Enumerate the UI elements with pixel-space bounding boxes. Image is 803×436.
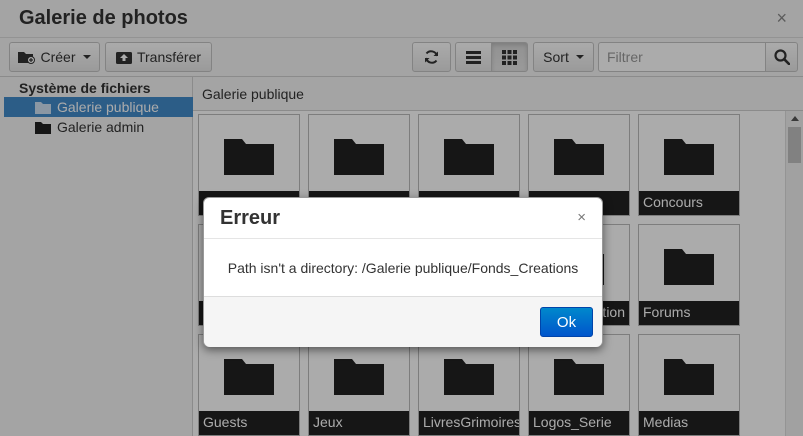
close-icon[interactable]: × [577, 209, 586, 226]
error-dialog-title: Erreur [220, 207, 281, 229]
error-dialog-header: Erreur × [204, 198, 602, 239]
error-dialog: Erreur × Path isn't a directory: /Galeri… [203, 197, 603, 347]
error-dialog-footer: Ok [204, 296, 602, 347]
error-message: Path isn't a directory: /Galerie publiqu… [227, 259, 579, 276]
error-dialog-body: Path isn't a directory: /Galerie publiqu… [204, 239, 602, 296]
ok-button[interactable]: Ok [540, 307, 593, 337]
